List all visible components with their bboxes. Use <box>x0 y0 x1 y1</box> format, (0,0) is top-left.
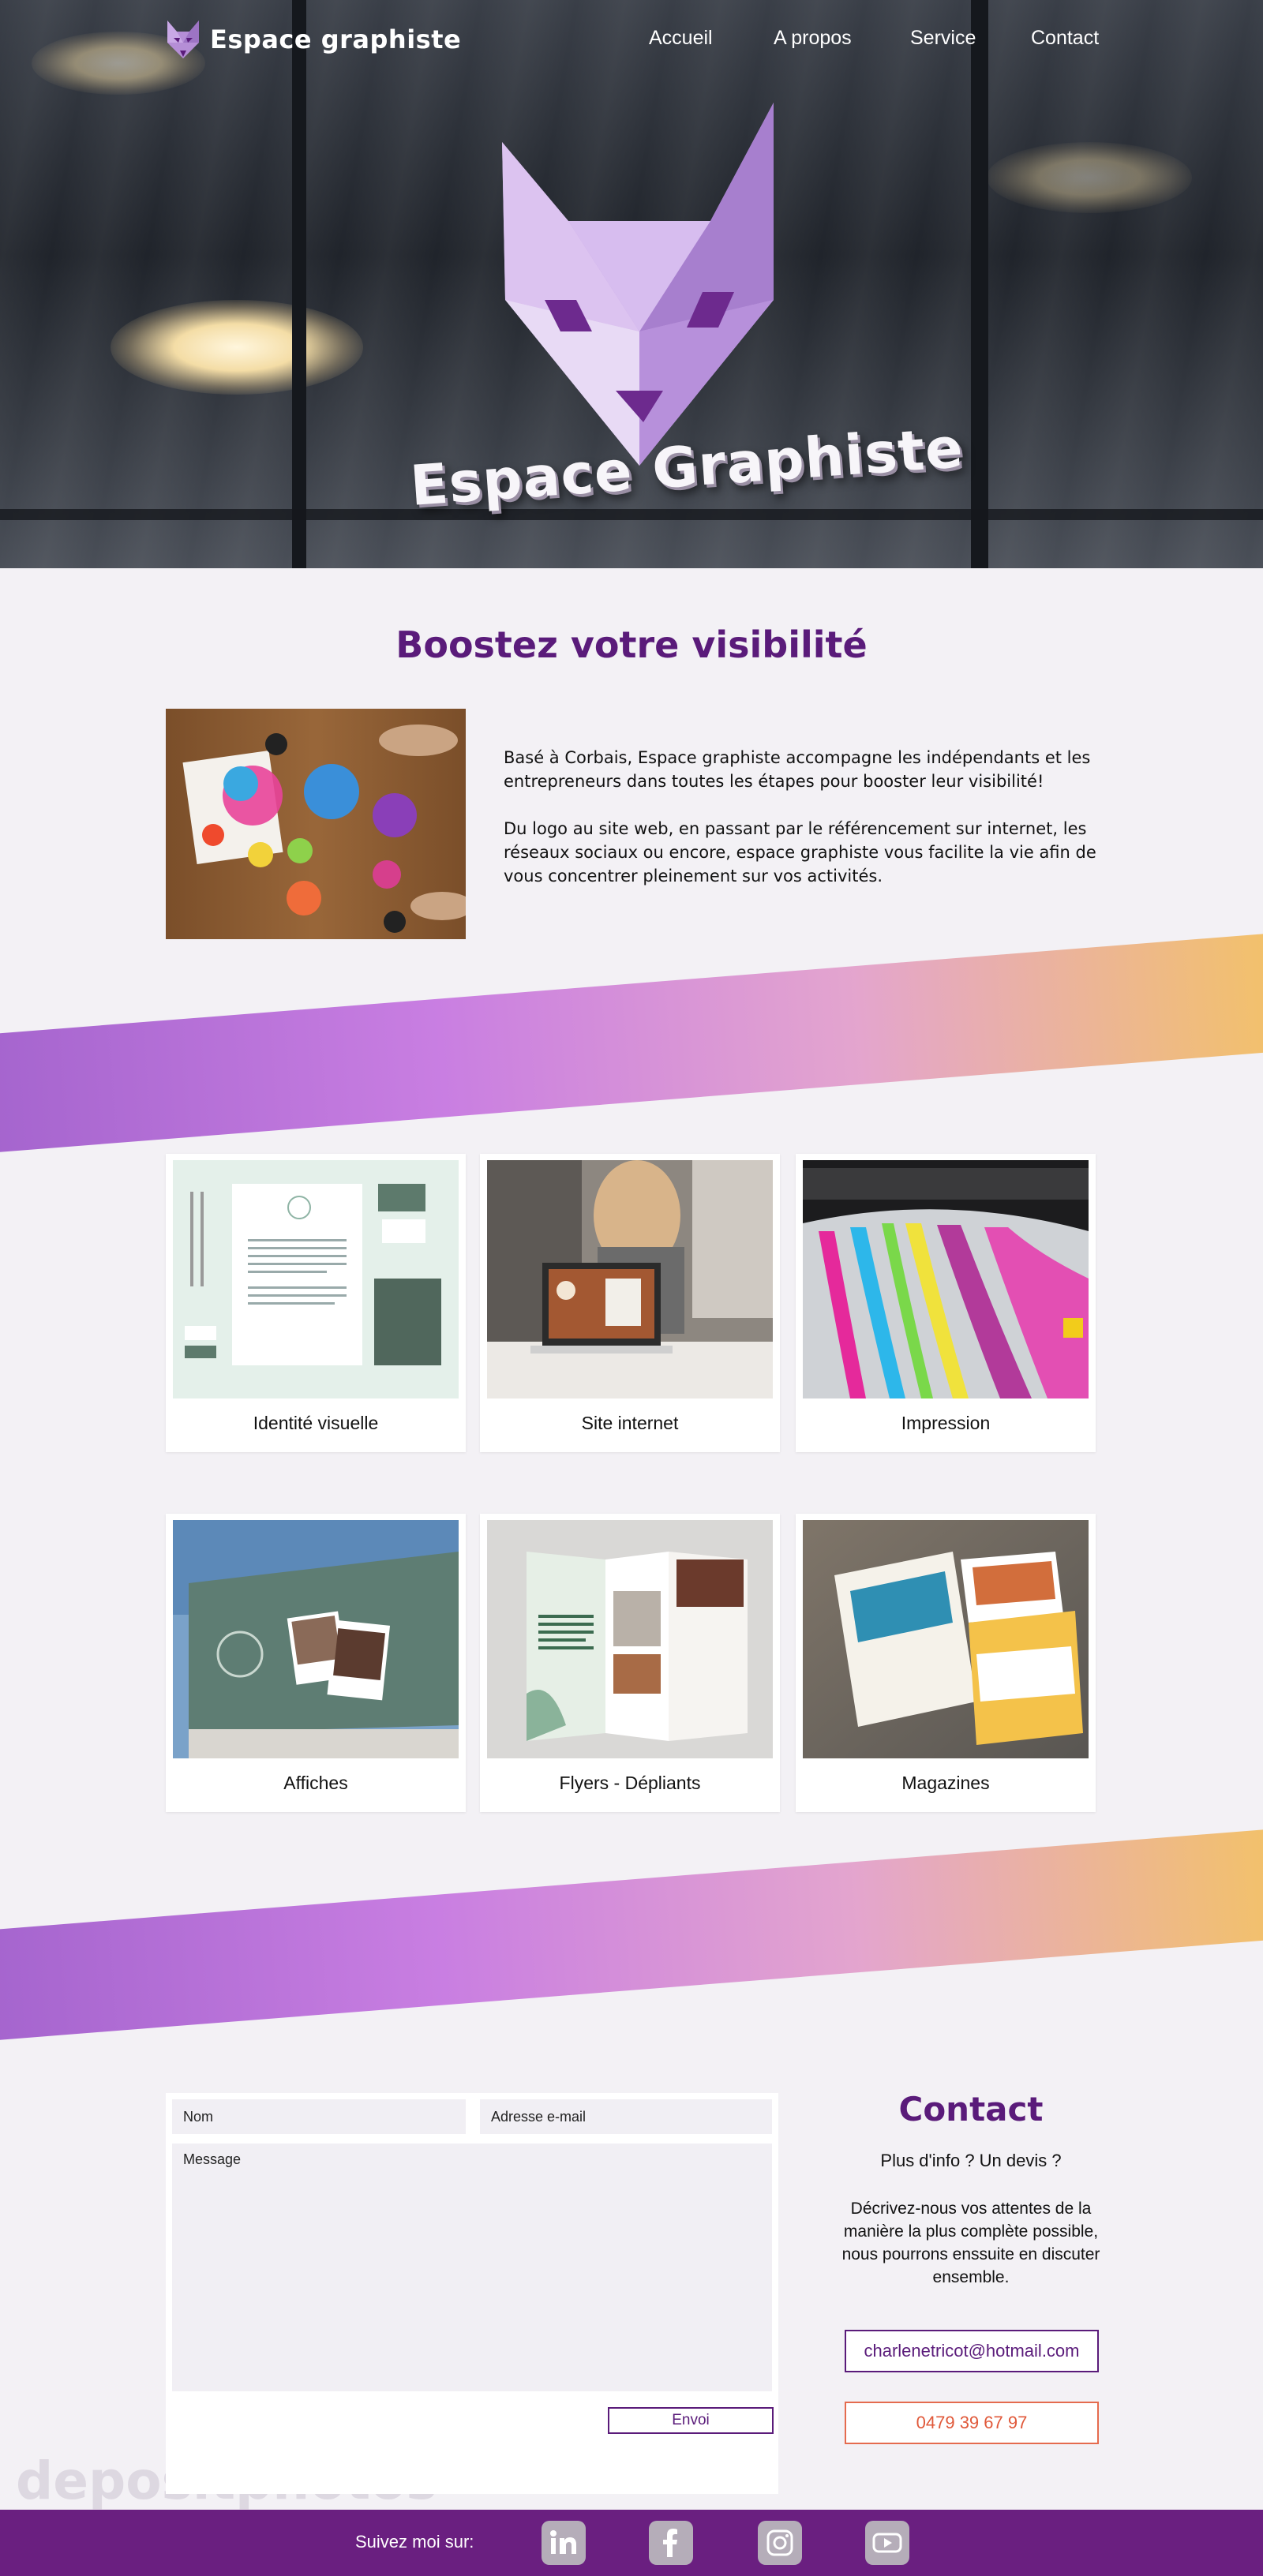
nav-item-contact[interactable]: Contact <box>1031 27 1099 50</box>
fox-logo-icon <box>167 21 199 58</box>
facebook-icon <box>663 2529 677 2557</box>
ceiling-lamp <box>987 142 1192 213</box>
service-thumbnail <box>803 1520 1089 1758</box>
footer-label: Suivez moi sur: <box>355 2532 474 2552</box>
intro-paragraph: Du logo au site web, en passant par le r… <box>504 819 1096 886</box>
social-media-photo <box>166 709 466 939</box>
service-label: Impression <box>901 1413 991 1433</box>
footer: Suivez moi sur: <box>0 2510 1263 2576</box>
intro-paragraph: Basé à Corbais, Espace graphiste accompa… <box>504 748 1091 791</box>
service-card-site-internet[interactable]: Site internet <box>480 1154 780 1452</box>
email-link[interactable]: charlenetricot@hotmail.com <box>845 2330 1099 2372</box>
service-label: Site internet <box>581 1413 679 1433</box>
service-thumbnail <box>803 1160 1089 1398</box>
service-thumbnail <box>173 1520 459 1758</box>
service-label: Flyers - Dépliants <box>559 1773 701 1793</box>
decor-band <box>0 928 1263 1155</box>
main-nav: Espace graphiste Accueil A propos Servic… <box>0 0 1263 79</box>
window-frame <box>971 0 988 568</box>
hero-fox-logo <box>502 103 774 466</box>
contact-subtitle: Plus d'info ? Un devis ? <box>880 2151 1062 2170</box>
hero-banner: Espace graphiste Accueil A propos Servic… <box>0 0 1263 568</box>
linkedin-icon <box>550 2530 576 2554</box>
nav-item-service[interactable]: Service <box>910 27 976 50</box>
contact-title: Contact <box>898 2090 1044 2129</box>
window-frame <box>0 509 1263 520</box>
name-field[interactable] <box>172 2099 466 2134</box>
contact-description: Décrivez-nous vos attentes de la manière… <box>841 2200 1100 2286</box>
facebook-link[interactable] <box>649 2521 693 2565</box>
nav-item-accueil[interactable]: Accueil <box>649 27 713 50</box>
intro-title: Boostez votre visibilité <box>395 623 868 666</box>
service-thumbnail <box>173 1160 459 1398</box>
youtube-link[interactable] <box>865 2521 909 2565</box>
service-card-impression[interactable]: Impression <box>796 1154 1096 1452</box>
phone-link[interactable]: 0479 39 67 97 <box>845 2402 1099 2444</box>
ceiling-lamp <box>111 300 363 395</box>
service-label: Affiches <box>283 1773 348 1793</box>
service-card-affiches[interactable]: Affiches <box>166 1514 466 1812</box>
brand[interactable]: Espace graphiste <box>164 19 461 60</box>
linkedin-link[interactable] <box>542 2521 586 2565</box>
service-label: Identité visuelle <box>253 1413 379 1433</box>
email-field[interactable] <box>480 2099 772 2134</box>
service-card-identite-visuelle[interactable]: Identité visuelle <box>166 1154 466 1452</box>
service-label: Magazines <box>901 1773 990 1793</box>
nav-item-a-propos[interactable]: A propos <box>774 27 852 50</box>
service-card-magazines[interactable]: Magazines <box>796 1514 1096 1812</box>
youtube-icon <box>872 2533 902 2553</box>
window-frame <box>292 0 306 568</box>
intro-text: Basé à Corbais, Espace graphiste accompa… <box>504 746 1104 888</box>
service-card-flyers-depliants[interactable]: Flyers - Dépliants <box>480 1514 780 1812</box>
instagram-link[interactable] <box>758 2521 802 2565</box>
brand-name: Espace graphiste <box>210 24 462 54</box>
contact-form: Envoi <box>166 2093 778 2494</box>
instagram-icon <box>766 2529 793 2556</box>
message-field[interactable] <box>172 2144 772 2391</box>
submit-button[interactable]: Envoi <box>608 2407 774 2434</box>
service-thumbnail <box>487 1520 773 1758</box>
service-thumbnail <box>487 1160 773 1398</box>
decor-band <box>0 1824 1263 2043</box>
